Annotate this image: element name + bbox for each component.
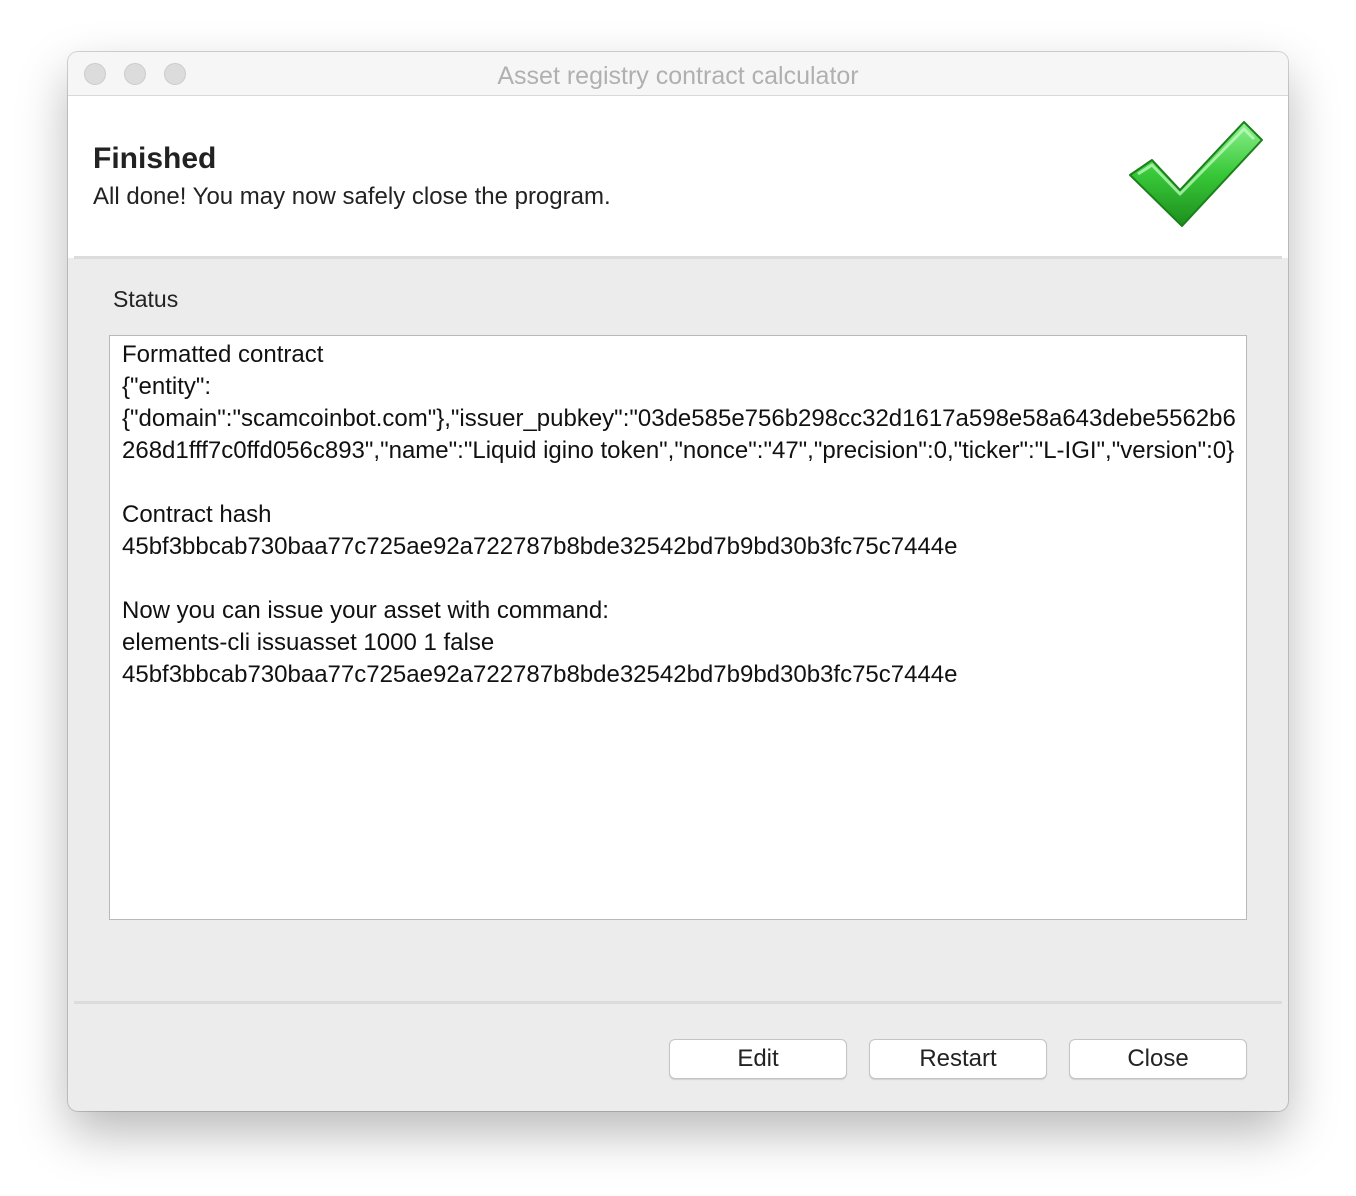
status-label: Status <box>113 286 179 312</box>
page-subtitle: All done! You may now safely close the p… <box>93 183 611 210</box>
restart-button[interactable]: Restart <box>869 1039 1047 1079</box>
status-text-area[interactable]: Formatted contract {"entity": {"domain":… <box>109 335 1247 920</box>
window-title: Asset registry contract calculator <box>497 62 859 90</box>
header-divider <box>74 256 1282 259</box>
wizard-window: Asset registry contract calculator Finis… <box>68 52 1288 1111</box>
edit-button[interactable]: Edit <box>669 1039 847 1079</box>
page-header: Finished All done! You may now safely cl… <box>68 96 1288 258</box>
footer-divider <box>74 1001 1282 1004</box>
green-checkmark-icon <box>1129 121 1263 227</box>
title-bar[interactable]: Asset registry contract calculator <box>68 52 1288 96</box>
page-title: Finished <box>93 142 217 175</box>
close-button[interactable]: Close <box>1069 1039 1247 1079</box>
